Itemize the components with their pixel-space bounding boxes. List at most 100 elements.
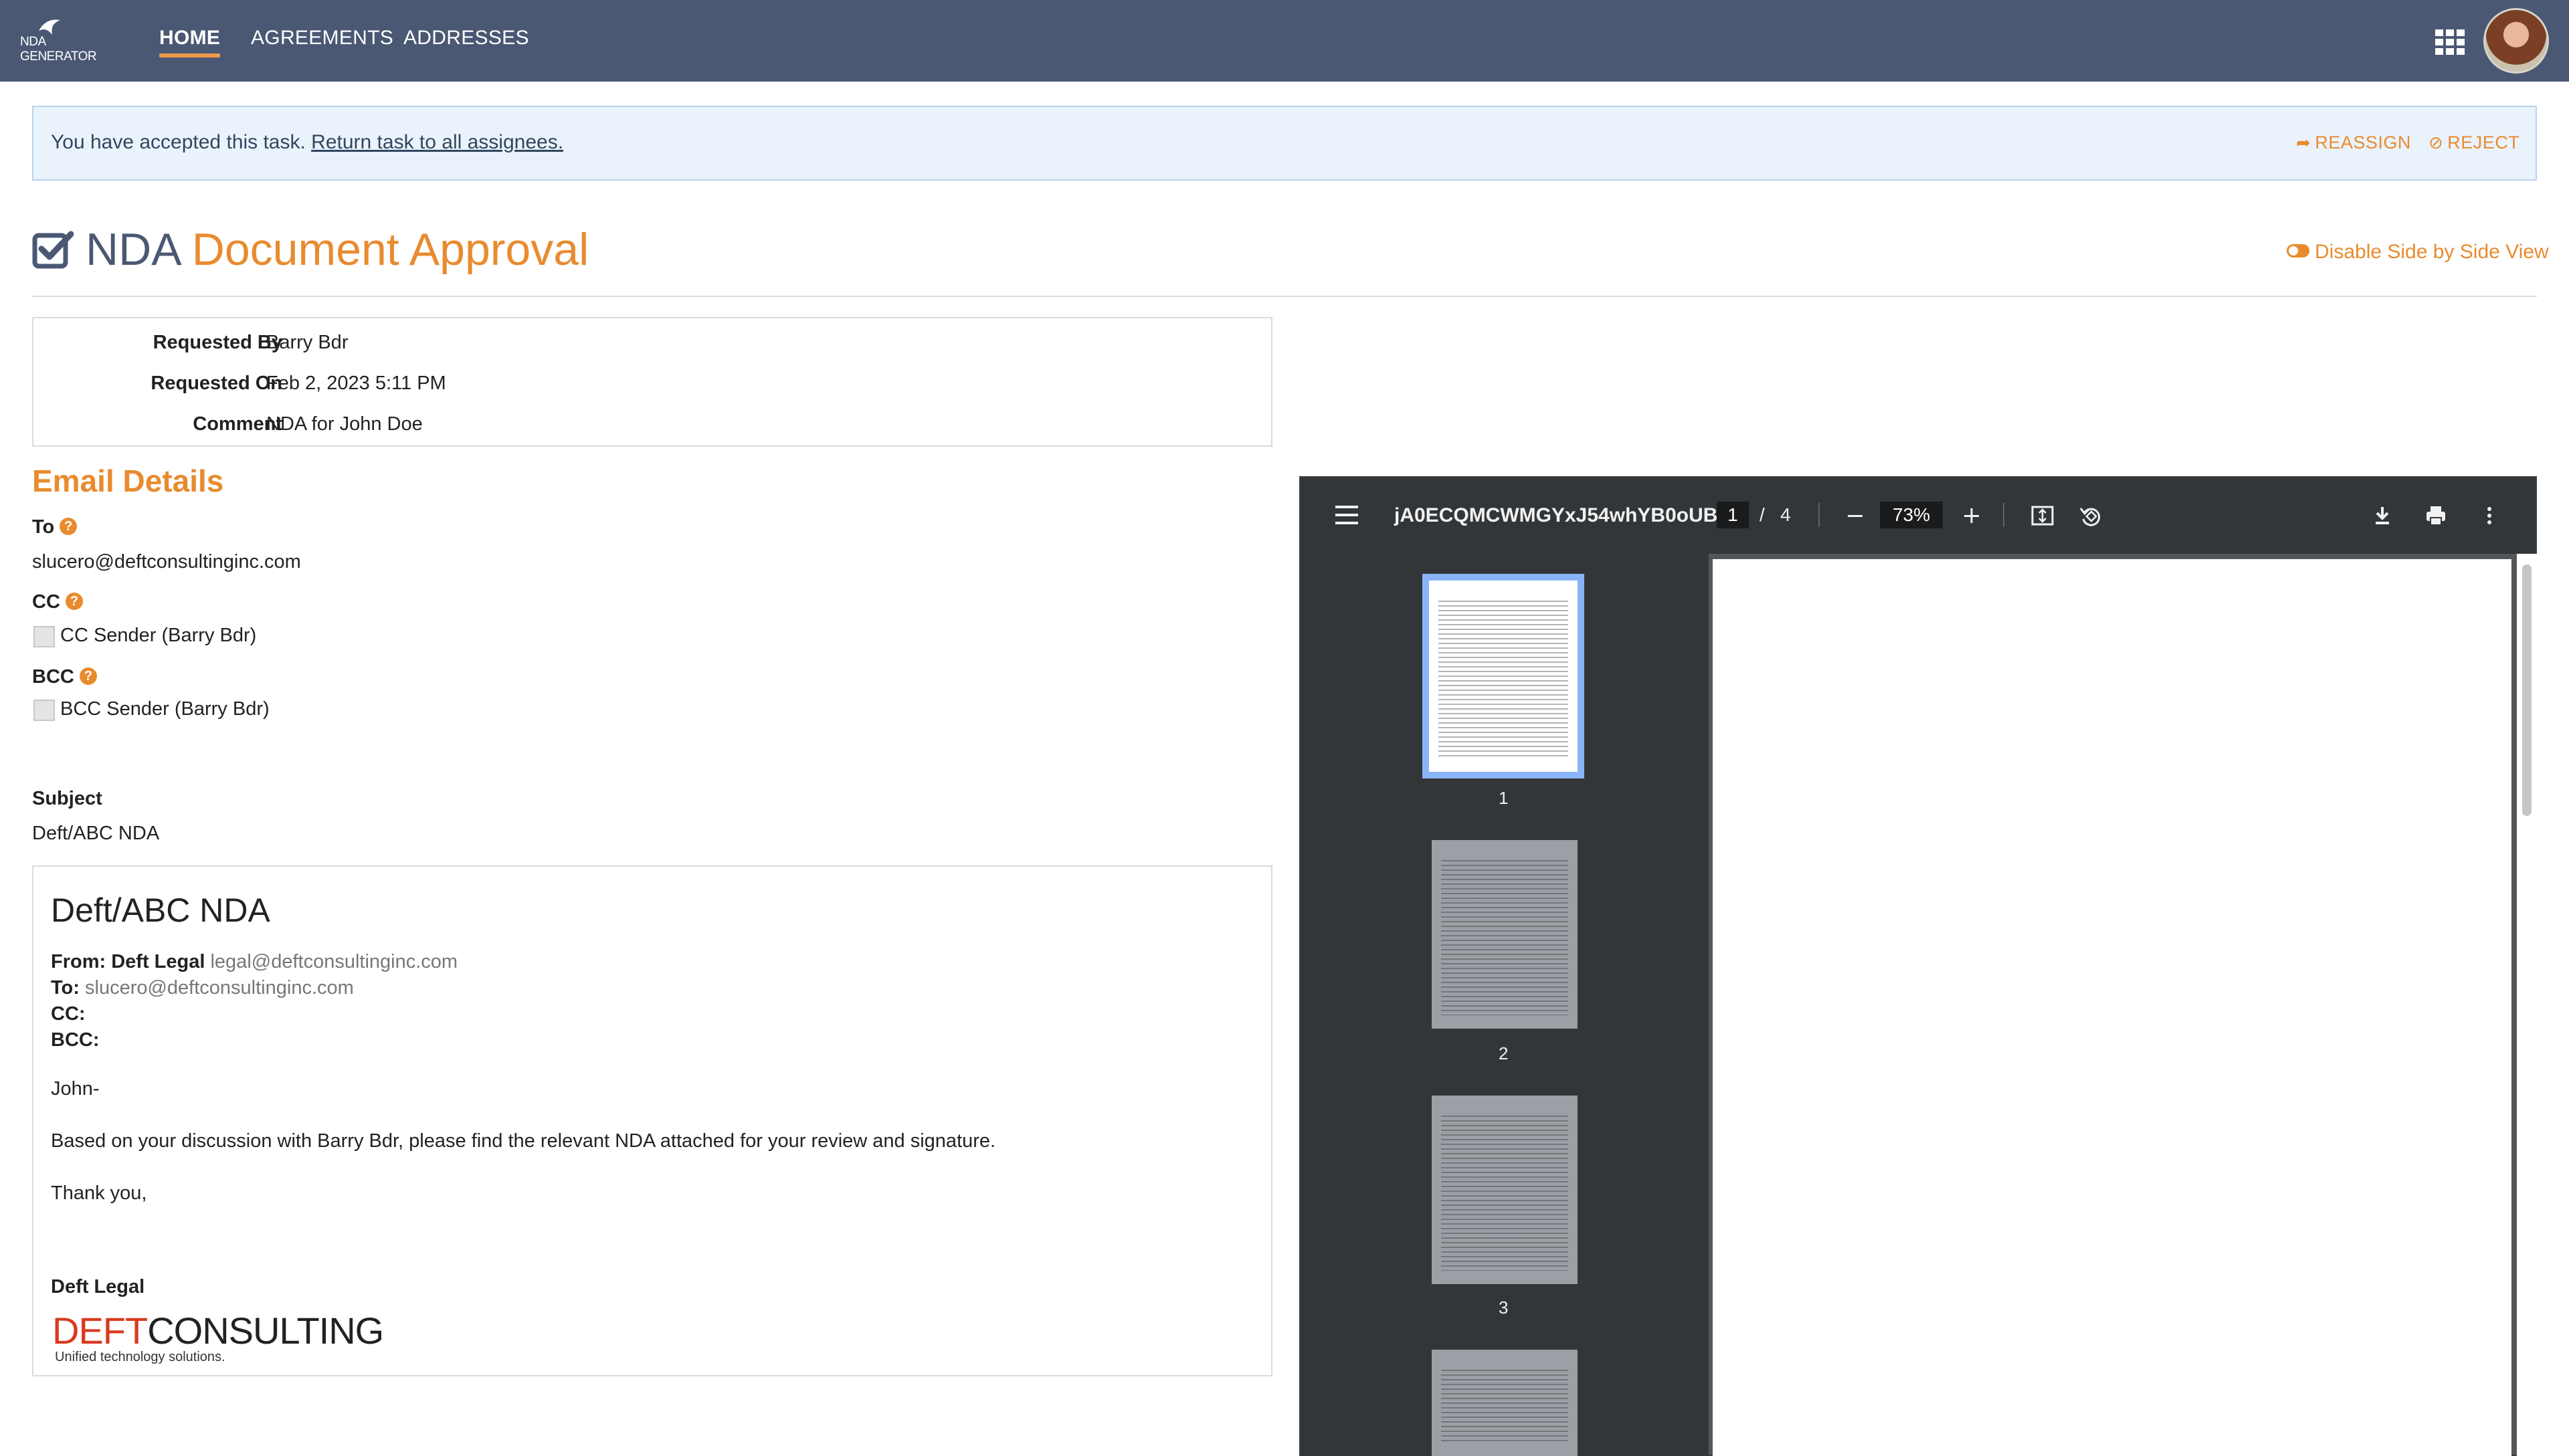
page-title: NDA Document Approval [86, 223, 589, 276]
download-icon[interactable] [2368, 502, 2396, 530]
logo-part-consulting: CONSULTING [147, 1310, 384, 1352]
meta-label: Requested By [153, 332, 282, 353]
toolbar-divider [2003, 503, 2004, 527]
meta-value: NDA for John Doe [266, 413, 423, 435]
toggle-icon [2287, 244, 2309, 258]
email-bcc-line: BCC: [51, 1029, 100, 1051]
email-cc-line: CC: [51, 1003, 86, 1025]
to-email: slucero@deftconsultinginc.com [85, 977, 354, 999]
email-body: Based on your discussion with Barry Bdr,… [51, 1130, 996, 1152]
bird-logo-icon [39, 19, 60, 35]
pdf-viewer: jA0ECQMCWMGYxJ54whYB0oUB... 1 / 4 73% 1 … [1299, 476, 2537, 1456]
to-label: To? [32, 516, 78, 538]
title-document-approval: Document Approval [191, 224, 589, 275]
cc-label: CC? [32, 591, 83, 613]
signature-name: Deft Legal [51, 1276, 145, 1297]
apps-grid-icon[interactable] [2435, 29, 2465, 55]
nav-agreements[interactable]: AGREEMENTS [251, 27, 393, 49]
cc-sender-checkbox[interactable] [33, 626, 55, 647]
thumbnail-label: 3 [1499, 1297, 1509, 1318]
request-details: Requested By Barry Bdr Requested On Feb … [32, 317, 1272, 447]
logo-part-deft: DEFT [52, 1310, 148, 1352]
pdf-toolbar: jA0ECQMCWMGYxJ54whYB0oUB... 1 / 4 73% [1301, 478, 2536, 554]
logo-text-nda: NDA [20, 35, 46, 49]
thumbnail-text [1441, 1370, 1568, 1443]
fit-to-page-icon[interactable] [2028, 502, 2057, 530]
email-to-line: To: slucero@deftconsultinginc.com [51, 977, 354, 999]
thumbnail-label: 1 [1499, 788, 1509, 808]
page-thumbnail[interactable] [1432, 1096, 1578, 1284]
scrollbar-thumb[interactable] [2522, 564, 2532, 816]
meta-row-requested-on: Requested On Feb 2, 2023 5:11 PM [33, 373, 1271, 402]
email-signature: Deft Legal [51, 1276, 145, 1298]
disable-side-by-side-toggle[interactable]: Disable Side by Side View [2287, 241, 2549, 264]
alert-message-line: You have accepted this task. Return task… [51, 131, 563, 154]
pdf-page-canvas [1713, 559, 2511, 1456]
thumbnail-text [1441, 1116, 1568, 1271]
alert-message: You have accepted this task. [51, 131, 306, 153]
task-alert: You have accepted this task. Return task… [32, 106, 2537, 181]
to-label-text: To [32, 516, 55, 538]
to-value: slucero@deftconsultinginc.com [32, 551, 301, 573]
zoom-in-icon[interactable] [1958, 502, 1986, 530]
meta-value: Feb 2, 2023 5:11 PM [266, 373, 446, 394]
meta-row-requested-by: Requested By Barry Bdr [33, 332, 1271, 361]
bcc-sender-label[interactable]: BCC Sender (Barry Bdr) [60, 698, 270, 720]
hamburger-menu-icon[interactable] [1335, 506, 1358, 524]
total-pages: 4 [1780, 504, 1791, 525]
app-logo[interactable]: NDA GENERATOR [19, 16, 106, 68]
zoom-out-icon[interactable] [1841, 502, 1869, 530]
thumbnail-label: 2 [1499, 1043, 1509, 1063]
email-preview: Deft/ABC NDA From: Deft Legal legal@deft… [32, 865, 1272, 1376]
logo-tagline: Unified technology solutions. [55, 1350, 225, 1364]
meta-label: Requested On [151, 373, 282, 394]
more-options-icon[interactable] [2475, 502, 2503, 530]
page-thumbnail[interactable] [1432, 840, 1578, 1029]
title-nda: NDA [86, 224, 179, 275]
nav-home[interactable]: HOME [159, 27, 221, 58]
bcc-label: BCC? [32, 666, 97, 688]
nav-addresses[interactable]: ADDRESSES [403, 27, 529, 49]
reassign-button[interactable]: ➦ REASSIGN [2296, 132, 2411, 153]
pdf-thumbnail-sidebar: 1 2 3 [1301, 554, 1709, 1456]
reject-button[interactable]: ⊘ REJECT [2429, 132, 2519, 153]
to-label: To: [51, 977, 80, 999]
pdf-filename: jA0ECQMCWMGYxJ54whYB0oUB... [1394, 504, 1735, 526]
meta-row-comment: Comment NDA for John Doe [33, 413, 1271, 443]
reject-label: REJECT [2447, 132, 2520, 152]
title-divider [32, 296, 2537, 297]
return-task-link[interactable]: Return task to all assignees. [311, 131, 563, 153]
email-from-line: From: Deft Legal legal@deftconsultinginc… [51, 951, 458, 973]
bcc-sender-checkbox[interactable] [33, 700, 55, 721]
help-icon[interactable]: ? [60, 518, 78, 536]
share-arrow-icon: ➦ [2296, 132, 2311, 152]
user-avatar[interactable] [2483, 8, 2549, 74]
toggle-label: Disable Side by Side View [2315, 241, 2549, 263]
rotate-icon[interactable] [2077, 502, 2105, 530]
ban-icon: ⊘ [2429, 132, 2444, 152]
from-name: Deft Legal [111, 951, 205, 972]
subject-value: Deft/ABC NDA [32, 823, 160, 844]
bcc-label: BCC: [51, 1029, 100, 1051]
thumbnail-text [1438, 601, 1568, 758]
bcc-label-text: BCC [32, 666, 74, 688]
from-label: From: [51, 951, 106, 972]
cc-sender-label[interactable]: CC Sender (Barry Bdr) [60, 625, 256, 647]
page-thumbnail[interactable] [1432, 1350, 1578, 1456]
page-count: / 4 [1759, 504, 1791, 526]
zoom-level[interactable]: 73% [1880, 502, 1943, 528]
subject-label: Subject [32, 788, 102, 809]
reassign-label: REASSIGN [2315, 132, 2411, 152]
email-greeting: John- [51, 1078, 100, 1100]
page-thumbnail[interactable] [1422, 574, 1584, 778]
help-icon[interactable]: ? [79, 667, 97, 686]
email-closing: Thank you, [51, 1182, 147, 1204]
top-nav: NDA GENERATOR HOME AGREEMENTS ADDRESSES [0, 0, 2569, 82]
cc-label: CC: [51, 1003, 86, 1025]
thumbnail-text [1441, 860, 1568, 1015]
page-number-input[interactable]: 1 [1717, 502, 1749, 528]
meta-value: Barry Bdr [266, 332, 349, 353]
help-icon[interactable]: ? [65, 593, 83, 611]
pdf-scrollbar[interactable] [2517, 554, 2537, 1456]
print-icon[interactable] [2422, 502, 2450, 530]
